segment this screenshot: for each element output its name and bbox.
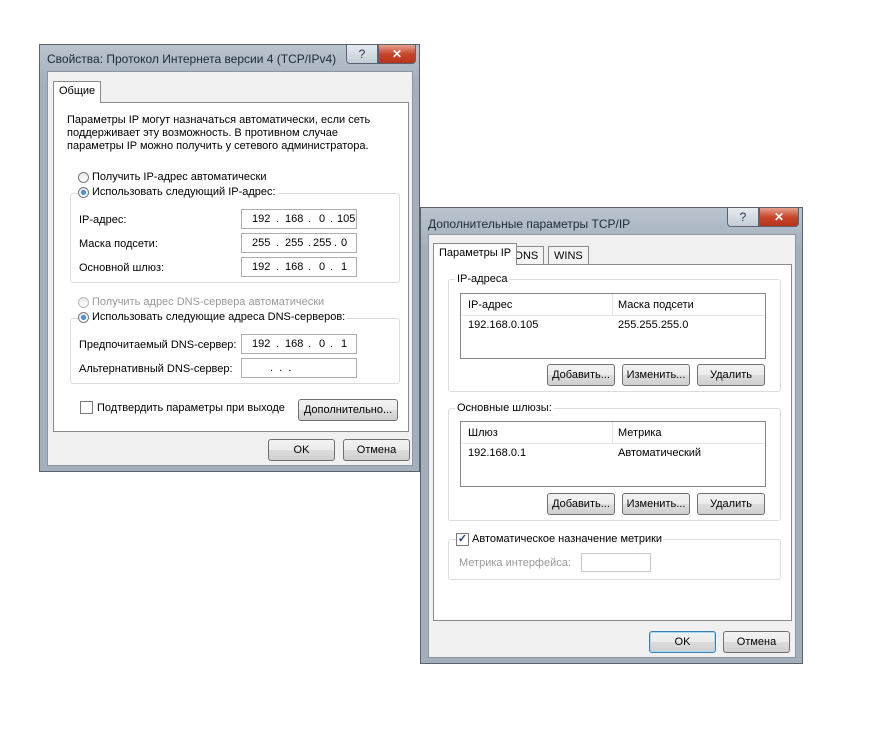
intro-text: Параметры IP могут назначаться автоматич… [67, 114, 371, 152]
ip-edit-button[interactable]: Изменить... [622, 364, 690, 386]
column-metric[interactable]: Метрика [618, 427, 662, 440]
dialog-client-area: Общие Параметры IP могут назначаться авт… [47, 71, 413, 466]
ip-addresses-group-label: IP-адреса [455, 273, 510, 285]
cancel-button[interactable]: Отмена [723, 631, 790, 653]
ip-address-label: IP-адрес: [79, 214, 127, 226]
subnet-mask-field[interactable]: 255. 255. 255. 0 [241, 233, 357, 253]
ok-button[interactable]: OK [649, 631, 716, 653]
tab-wins[interactable]: WINS [548, 246, 589, 265]
radio-auto-dns[interactable] [78, 297, 89, 308]
list-item-mask[interactable]: 255.255.255.0 [618, 319, 688, 332]
advanced-button[interactable]: Дополнительно... [298, 399, 398, 421]
gw-remove-button[interactable]: Удалить [697, 493, 765, 515]
ip-remove-button[interactable]: Удалить [697, 364, 765, 386]
help-button[interactable]: ? [727, 208, 759, 227]
subnet-mask-label: Маска подсети: [79, 238, 158, 250]
ip-address-field[interactable]: 192. 168. 0. 105 [241, 209, 357, 229]
close-button[interactable]: ✕ [759, 208, 799, 227]
validate-label[interactable]: Подтвердить параметры при выходе [97, 402, 285, 415]
radio-manual-ip[interactable] [78, 187, 89, 198]
column-gateway[interactable]: Шлюз [468, 427, 498, 440]
alternate-dns-label: Альтернативный DNS-сервер: [79, 363, 233, 375]
interface-metric-field[interactable] [581, 553, 651, 572]
column-ip-address[interactable]: IP-адрес [468, 299, 512, 312]
radio-manual-ip-label[interactable]: Использовать следующий IP-адрес: [90, 186, 278, 198]
auto-metric-label[interactable]: Автоматическое назначение метрики [470, 533, 665, 545]
list-header: Шлюз Метрика [461, 422, 765, 444]
cancel-button[interactable]: Отмена [343, 439, 410, 461]
ipv4-properties-dialog: Свойства: Протокол Интернета версии 4 (T… [39, 44, 420, 472]
ok-button[interactable]: OK [268, 439, 335, 461]
radio-auto-ip-label[interactable]: Получить IP-адрес автоматически [92, 171, 266, 184]
radio-manual-dns-label[interactable]: Использовать следующие адреса DNS-сервер… [90, 311, 348, 323]
gateway-label: Основной шлюз: [79, 262, 165, 274]
title-bar[interactable]: Свойства: Протокол Интернета версии 4 (T… [40, 45, 419, 71]
dialog-client-area: Параметры IP DNS WINS IP-адреса IP-адрес… [428, 234, 796, 658]
list-item-ip[interactable]: 192.168.0.105 [468, 319, 538, 332]
validate-checkbox[interactable] [80, 401, 93, 414]
preferred-dns-field[interactable]: 192. 168. 0. 1 [241, 334, 357, 354]
gw-add-button[interactable]: Добавить... [547, 493, 615, 515]
tab-general[interactable]: Общие [53, 81, 102, 103]
ip-address-list[interactable]: IP-адрес Маска подсети 192.168.0.105 255… [460, 293, 766, 359]
list-header: IP-адрес Маска подсети [461, 294, 765, 316]
title-bar[interactable]: Дополнительные параметры TCP/IP ? ✕ [421, 208, 802, 234]
radio-auto-ip[interactable] [78, 172, 89, 183]
close-button[interactable]: ✕ [378, 45, 416, 64]
gateway-list[interactable]: Шлюз Метрика 192.168.0.1 Автоматический [460, 421, 766, 487]
gateway-field[interactable]: 192. 168. 0. 1 [241, 257, 357, 277]
tab-ip-settings[interactable]: Параметры IP [433, 243, 518, 265]
alternate-dns-field[interactable]: . . . [241, 358, 357, 378]
preferred-dns-label: Предпочитаемый DNS-сервер: [79, 339, 237, 351]
column-subnet-mask[interactable]: Маска подсети [618, 299, 694, 312]
ip-settings-panel: IP-адреса IP-адрес Маска подсети 192.168… [433, 264, 792, 621]
ip-add-button[interactable]: Добавить... [547, 364, 615, 386]
list-item-gateway[interactable]: 192.168.0.1 [468, 447, 526, 460]
general-panel: Параметры IP могут назначаться автоматич… [53, 102, 409, 432]
help-button[interactable]: ? [346, 45, 378, 64]
gateways-group-label: Основные шлюзы: [455, 402, 554, 414]
interface-metric-label: Метрика интерфейса: [459, 557, 571, 569]
radio-manual-dns[interactable] [78, 312, 89, 323]
list-item-metric[interactable]: Автоматический [618, 447, 701, 460]
dialog-title: Дополнительные параметры TCP/IP [428, 217, 631, 231]
dialog-title: Свойства: Протокол Интернета версии 4 (T… [47, 52, 337, 66]
auto-metric-checkbox[interactable]: ✓ [456, 533, 469, 546]
gw-edit-button[interactable]: Изменить... [622, 493, 690, 515]
radio-auto-dns-label[interactable]: Получить адрес DNS-сервера автоматически [92, 296, 324, 309]
advanced-tcpip-dialog: Дополнительные параметры TCP/IP ? ✕ Пара… [420, 207, 803, 664]
